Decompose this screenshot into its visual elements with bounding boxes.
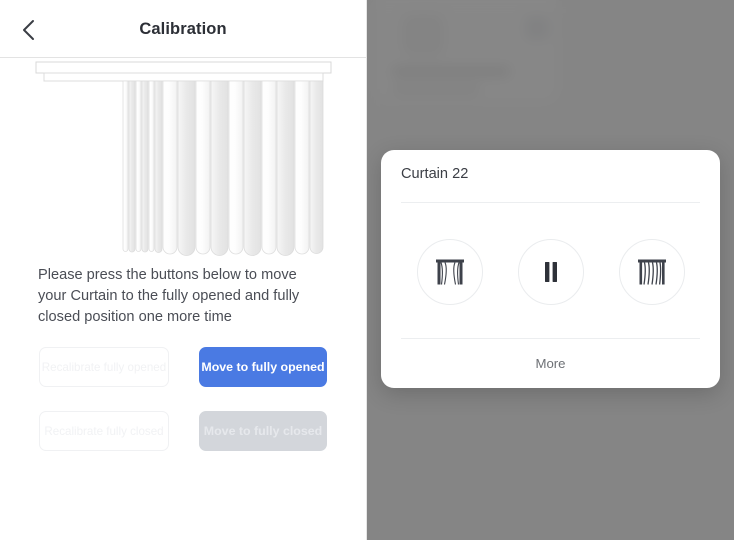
- page-title: Calibration: [139, 20, 227, 38]
- navigation-bar: Calibration: [0, 0, 366, 58]
- close-curtain-button[interactable]: [618, 239, 685, 305]
- move-to-fully-closed-button: Move to fully closed: [199, 411, 327, 451]
- curtain-closed-icon: [635, 255, 669, 289]
- fully-closed-button-row: Recalibrate fully closed Move to fully c…: [0, 411, 367, 451]
- app-root: Calibration Please press the buttons bel…: [0, 0, 734, 540]
- fully-opened-button-row: Recalibrate fully opened Move to fully o…: [0, 347, 367, 387]
- open-curtain-button[interactable]: [416, 239, 483, 305]
- more-button[interactable]: More: [381, 339, 720, 388]
- curtain-control-row: [381, 222, 720, 322]
- modal-title: Curtain 22: [401, 166, 469, 182]
- curtain-control-modal: Curtain 22 More: [381, 150, 720, 388]
- modal-divider-top: [401, 202, 700, 203]
- device-screen-dimmed: Curtain 22 More: [367, 0, 734, 540]
- recalibrate-fully-opened-button[interactable]: Recalibrate fully opened: [39, 347, 169, 387]
- pause-curtain-button[interactable]: [517, 239, 584, 305]
- pause-icon: [538, 259, 564, 285]
- move-to-fully-opened-button[interactable]: Move to fully opened: [199, 347, 327, 387]
- curtain-open-icon: [433, 255, 467, 289]
- calibration-screen: Calibration Please press the buttons bel…: [0, 0, 367, 540]
- instruction-text: Please press the buttons below to move y…: [38, 267, 300, 325]
- recalibrate-fully-closed-button[interactable]: Recalibrate fully closed: [39, 411, 169, 451]
- curtain-illustration: [0, 58, 367, 263]
